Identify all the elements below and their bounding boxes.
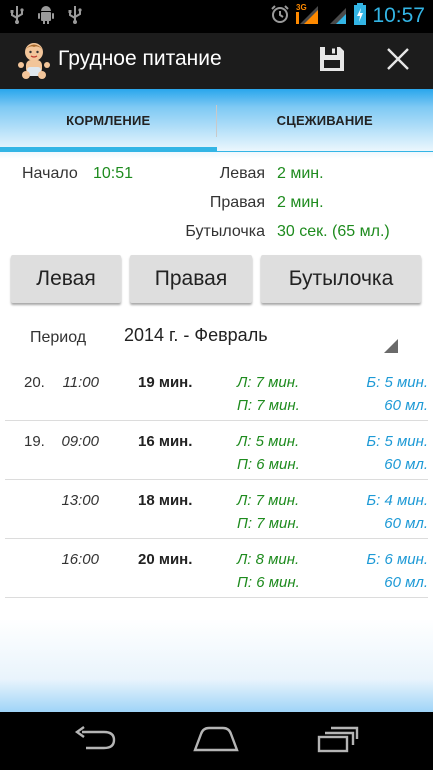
status-bar: 3G 10:57 xyxy=(0,0,433,33)
main-content: КОРМЛЕНИЕ СЦЕЖИВАНИЕ Начало 10:51 Левая … xyxy=(0,89,433,712)
entry-duration: 16 мин. xyxy=(138,433,193,450)
bottle-label: Бутылочка xyxy=(185,223,265,240)
period-value: 2014 г. - Февраль xyxy=(124,325,268,345)
entry-volume: 60 мл. xyxy=(384,397,428,414)
back-button[interactable] xyxy=(68,724,124,758)
bottle-button[interactable]: Бутылочка xyxy=(261,255,421,303)
list-item[interactable]: 13:00 18 мин. Л: 7 мин. П: 7 мин. Б: 4 м… xyxy=(5,480,428,539)
start-label: Начало xyxy=(22,165,78,182)
tab-bar: КОРМЛЕНИЕ СЦЕЖИВАНИЕ xyxy=(0,89,433,152)
action-bar: Грудное питание xyxy=(0,33,433,89)
status-clock: 10:57 xyxy=(372,4,425,27)
start-value: 10:51 xyxy=(93,165,134,182)
baby-icon[interactable] xyxy=(18,41,50,81)
battery-icon xyxy=(354,3,367,29)
right-value: 2 мин. xyxy=(277,194,324,211)
right-label: Правая xyxy=(209,194,265,211)
entry-duration: 18 мин. xyxy=(138,492,193,509)
right-breast-button[interactable]: Правая xyxy=(130,255,252,303)
android-debug-icon xyxy=(38,6,54,28)
entry-right: П: 7 мин. xyxy=(237,515,300,532)
entry-duration: 19 мин. xyxy=(138,374,193,391)
navigation-bar xyxy=(0,712,433,770)
dropdown-arrow-icon xyxy=(384,339,398,353)
entry-duration: 20 мин. xyxy=(138,551,193,568)
entry-right: П: 7 мин. xyxy=(237,397,300,414)
tab-pumping[interactable]: СЦЕЖИВАНИЕ xyxy=(216,89,433,152)
network-type-label: 3G xyxy=(296,3,307,12)
feeding-buttons: Левая Правая Бутылочка xyxy=(0,255,433,303)
app-title: Грудное питание xyxy=(58,47,222,70)
feeding-log: 20. 11:00 19 мин. Л: 7 мин. П: 7 мин. Б:… xyxy=(0,362,433,598)
tab-indicator-active xyxy=(0,147,217,152)
entry-left: Л: 5 мин. xyxy=(237,433,300,450)
notification-icons xyxy=(10,6,82,28)
entry-left: Л: 7 мин. xyxy=(237,374,300,391)
alarm-icon xyxy=(270,4,290,28)
save-icon xyxy=(318,45,346,77)
tab-label: КОРМЛЕНИЕ xyxy=(66,113,151,128)
entry-volume: 60 мл. xyxy=(384,574,428,591)
entry-bottle: Б: 5 мин. xyxy=(366,374,428,391)
list-item[interactable]: 16:00 20 мин. Л: 8 мин. П: 6 мин. Б: 6 м… xyxy=(5,539,428,598)
entry-right: П: 6 мин. xyxy=(237,574,300,591)
entry-right: П: 6 мин. xyxy=(237,456,300,473)
tab-label: СЦЕЖИВАНИЕ xyxy=(276,113,373,128)
bottle-value: 30 сек. (65 мл.) xyxy=(277,223,390,240)
signal-icon xyxy=(330,2,348,30)
back-icon xyxy=(74,726,118,756)
entry-time: 11:00 xyxy=(62,374,99,391)
session-summary: Начало 10:51 Левая 2 мин. Правая 2 мин. … xyxy=(0,159,433,249)
entry-volume: 60 мл. xyxy=(384,515,428,532)
entry-bottle: Б: 4 мин. xyxy=(366,492,428,509)
left-label: Левая xyxy=(219,165,265,182)
entry-bottle: Б: 5 мин. xyxy=(366,433,428,450)
entry-time: 13:00 xyxy=(61,492,99,509)
entry-volume: 60 мл. xyxy=(384,456,428,473)
recent-apps-icon xyxy=(317,725,359,757)
entry-left: Л: 7 мин. xyxy=(237,492,300,509)
tab-indicator xyxy=(216,151,433,152)
period-row: Период 2014 г. - Февраль xyxy=(0,319,433,359)
entry-time: 09:00 xyxy=(61,433,99,450)
list-item[interactable]: 20. 11:00 19 мин. Л: 7 мин. П: 7 мин. Б:… xyxy=(5,362,428,421)
list-item[interactable]: 19. 09:00 16 мин. Л: 5 мин. П: 6 мин. Б:… xyxy=(5,421,428,480)
left-breast-button[interactable]: Левая xyxy=(11,255,121,303)
close-button[interactable] xyxy=(380,43,416,79)
usb-icon xyxy=(10,6,24,28)
entry-bottle: Б: 6 мин. xyxy=(366,551,428,568)
system-icons: 3G 10:57 xyxy=(270,2,425,30)
tab-feeding[interactable]: КОРМЛЕНИЕ xyxy=(0,89,217,152)
entry-time: 16:00 xyxy=(61,551,99,568)
entry-left: Л: 8 мин. xyxy=(237,551,300,568)
close-icon xyxy=(386,47,410,75)
signal-icon: 3G xyxy=(296,2,324,30)
home-button[interactable] xyxy=(188,724,244,758)
usb-icon xyxy=(68,6,82,28)
recent-apps-button[interactable] xyxy=(310,724,366,758)
left-value: 2 мин. xyxy=(277,165,324,182)
home-icon xyxy=(193,726,239,756)
period-dropdown[interactable]: 2014 г. - Февраль xyxy=(114,319,400,355)
period-label: Период xyxy=(30,329,87,346)
save-button[interactable] xyxy=(314,43,350,79)
